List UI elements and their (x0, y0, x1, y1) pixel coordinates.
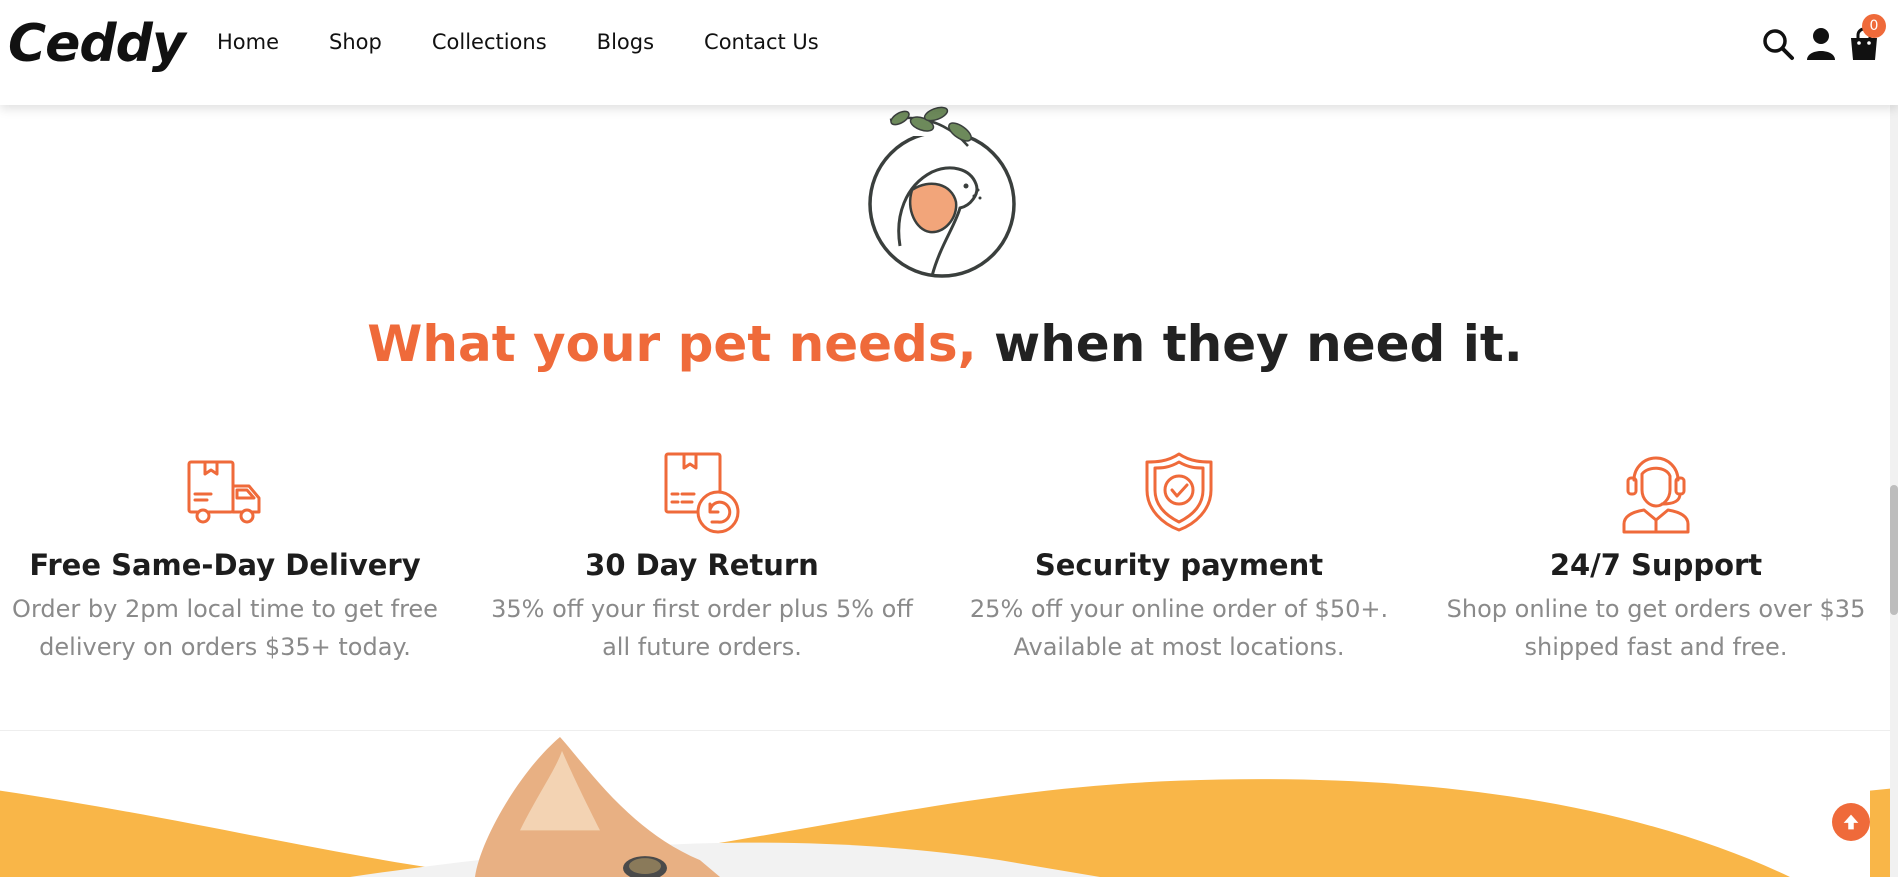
feature-return: 30 Day Return 35% off your first order p… (477, 450, 927, 666)
headline-accent: What your pet needs, (367, 315, 977, 373)
nav-shop[interactable]: Shop (329, 30, 382, 54)
feature-title: Free Same-Day Delivery (29, 548, 421, 582)
scroll-to-top-button[interactable] (1832, 803, 1870, 841)
nav-contact-us[interactable]: Contact Us (704, 30, 819, 54)
nav-blogs[interactable]: Blogs (597, 30, 654, 54)
promo-banner (0, 730, 1890, 877)
return-box-icon (660, 450, 744, 534)
nav-collections[interactable]: Collections (432, 30, 547, 54)
delivery-truck-icon (183, 450, 267, 534)
nav-home[interactable]: Home (217, 30, 279, 54)
feature-title: 24/7 Support (1549, 548, 1763, 582)
feature-security: Security payment 25% off your online ord… (954, 450, 1404, 666)
features-section: Free Same-Day Delivery Order by 2pm loca… (0, 450, 1898, 680)
main-nav: Home Shop Collections Blogs Contact Us (217, 30, 869, 54)
feature-title: 30 Day Return (585, 548, 819, 582)
feature-text: 25% off your online order of $50+. Avail… (969, 595, 1389, 661)
headline-rest: when they need it. (976, 315, 1523, 373)
feature-text: Shop online to get orders over $35 shipp… (1446, 595, 1866, 661)
hero-headline: What your pet needs, when they need it. (0, 315, 1890, 373)
site-header: Ceddy Home Shop Collections Blogs Contac… (0, 0, 1898, 105)
support-headset-icon (1614, 450, 1698, 534)
user-icon[interactable] (1803, 26, 1839, 62)
feature-delivery: Free Same-Day Delivery Order by 2pm loca… (0, 450, 450, 666)
feature-text: 35% off your first order plus 5% off all… (491, 595, 913, 661)
pet-logo-illustration (860, 106, 1020, 282)
site-logo[interactable]: Ceddy (8, 14, 186, 74)
arrow-up-icon (1843, 814, 1859, 830)
page-scrollbar[interactable] (1890, 0, 1898, 877)
search-icon[interactable] (1760, 26, 1796, 62)
feature-support: 24/7 Support Shop online to get orders o… (1431, 450, 1881, 666)
feature-text: Order by 2pm local time to get free deli… (12, 595, 438, 661)
feature-title: Security payment (1034, 548, 1324, 582)
security-shield-icon (1137, 450, 1221, 534)
cart-count-badge: 0 (1862, 14, 1886, 38)
scrollbar-thumb[interactable] (1890, 485, 1898, 615)
